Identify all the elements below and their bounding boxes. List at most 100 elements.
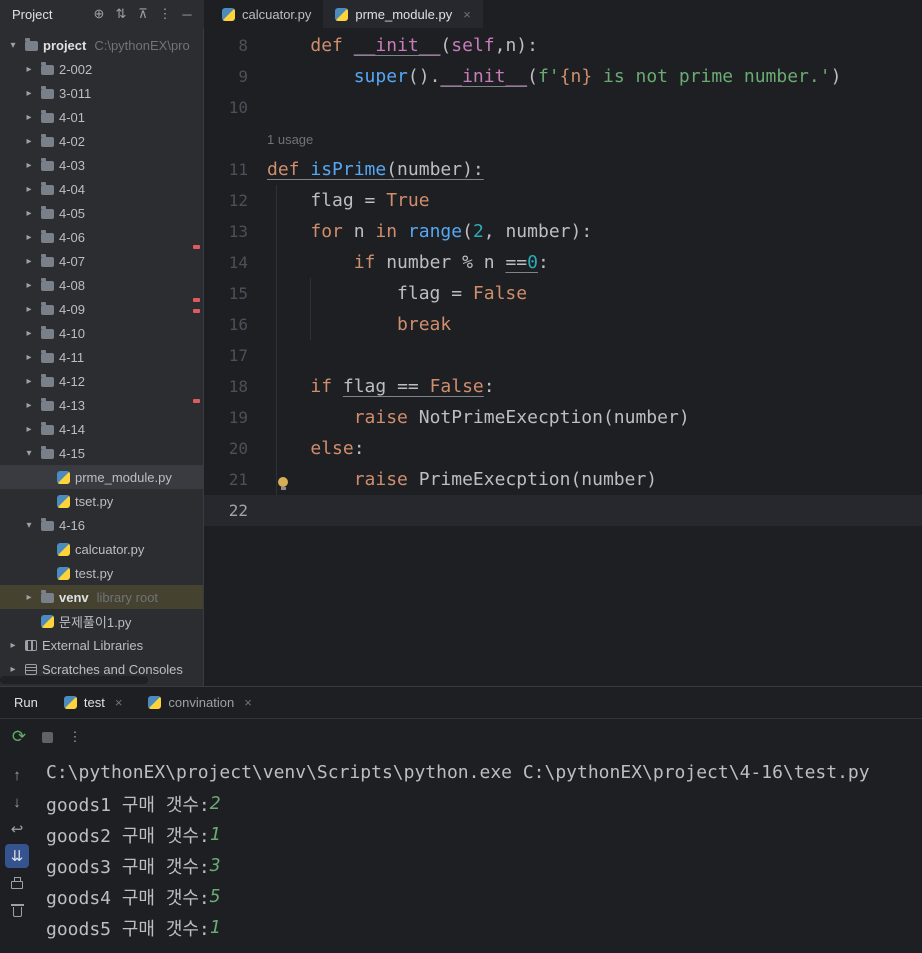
tree-item-4-11[interactable]: ▸ 4-11	[0, 345, 203, 369]
tree-item-4-02[interactable]: ▸ 4-02	[0, 129, 203, 153]
tree-item-external-libraries[interactable]: ▸ External Libraries	[0, 633, 203, 657]
code-text[interactable]: if flag == False:	[264, 376, 494, 397]
soft-wrap-icon[interactable]: ↩	[5, 817, 29, 841]
line-number[interactable]: 12	[204, 191, 264, 210]
scroll-to-end-icon[interactable]: ⇊	[5, 844, 29, 868]
line-number[interactable]: 21	[204, 470, 264, 489]
tree-item-4-04[interactable]: ▸ 4-04	[0, 177, 203, 201]
rerun-icon[interactable]: ⟳	[8, 726, 30, 748]
line-number[interactable]: 11	[204, 160, 264, 179]
chevron-right-icon[interactable]: ▸	[22, 112, 36, 123]
chevron-right-icon[interactable]: ▸	[22, 88, 36, 99]
code-text[interactable]: raise PrimeExecption(number)	[264, 469, 657, 490]
line-number[interactable]: 17	[204, 346, 264, 365]
line-number[interactable]: 8	[204, 36, 264, 55]
tree-item-3-011[interactable]: ▸ 3-011	[0, 81, 203, 105]
chevron-right-icon[interactable]: ▸	[22, 400, 36, 411]
chevron-right-icon[interactable]: ▸	[6, 664, 20, 675]
code-text[interactable]: else:	[264, 438, 364, 459]
tree-item-calcuator-py[interactable]: calcuator.py	[0, 537, 203, 561]
chevron-down-icon[interactable]: ▾	[22, 520, 36, 531]
sort-icon[interactable]: ⇅	[110, 3, 132, 25]
chevron-right-icon[interactable]: ▸	[22, 232, 36, 243]
run-tab-convination[interactable]: convination ×	[148, 695, 252, 710]
code-text[interactable]: super().__init__(f'{n} is not prime numb…	[264, 66, 842, 87]
line-number[interactable]: 14	[204, 253, 264, 272]
tree-item-project[interactable]: ▾ project C:\pythonEX\pro	[0, 33, 203, 57]
tree-item-2-002[interactable]: ▸ 2-002	[0, 57, 203, 81]
chevron-right-icon[interactable]: ▸	[22, 424, 36, 435]
console[interactable]: C:\pythonEX\project\venv\Scripts\python.…	[34, 755, 922, 953]
tree-item-4-01[interactable]: ▸ 4-01	[0, 105, 203, 129]
tree-item-tset-py[interactable]: tset.py	[0, 489, 203, 513]
more-options-icon[interactable]: ⋮	[154, 3, 176, 25]
tree-item-1-py[interactable]: 문제풀이1.py	[0, 609, 203, 633]
chevron-right-icon[interactable]: ▸	[22, 256, 36, 267]
chevron-down-icon[interactable]: ▾	[6, 40, 20, 51]
chevron-right-icon[interactable]: ▸	[22, 304, 36, 315]
chevron-right-icon[interactable]: ▸	[22, 280, 36, 291]
tree-item-4-08[interactable]: ▸ 4-08	[0, 273, 203, 297]
collapse-all-icon[interactable]: ⊼	[132, 3, 154, 25]
code-text[interactable]: 1 usage	[264, 128, 313, 149]
horizontal-scrollbar[interactable]	[0, 676, 148, 684]
run-tab-test[interactable]: test ×	[63, 695, 123, 710]
line-number[interactable]: 13	[204, 222, 264, 241]
close-icon[interactable]: ×	[463, 7, 471, 22]
code-text[interactable]: break	[264, 314, 451, 335]
line-number[interactable]: 16	[204, 315, 264, 334]
tree-item-4-09[interactable]: ▸ 4-09	[0, 297, 203, 321]
line-number[interactable]: 19	[204, 408, 264, 427]
code-text[interactable]: flag = True	[264, 190, 429, 211]
tree-item-4-14[interactable]: ▸ 4-14	[0, 417, 203, 441]
chevron-right-icon[interactable]: ▸	[22, 328, 36, 339]
tree-item-prme-module-py[interactable]: prme_module.py	[0, 465, 203, 489]
intention-bulb-icon[interactable]	[278, 477, 288, 490]
line-number[interactable]: 10	[204, 98, 264, 117]
tree-item-4-16[interactable]: ▾ 4-16	[0, 513, 203, 537]
code-text[interactable]: raise NotPrimeExecption(number)	[264, 407, 690, 428]
editor-tab-calcuator-py[interactable]: calcuator.py	[210, 0, 323, 28]
tree-item-4-13[interactable]: ▸ 4-13	[0, 393, 203, 417]
line-number[interactable]: 18	[204, 377, 264, 396]
more-options-icon[interactable]: ⋮	[64, 726, 86, 748]
code-text[interactable]: def __init__(self,n):	[264, 35, 538, 56]
code-text[interactable]: if number % n ==0:	[264, 252, 549, 273]
chevron-right-icon[interactable]: ▸	[22, 208, 36, 219]
up-icon[interactable]: ↑	[5, 763, 29, 787]
clear-icon[interactable]	[5, 898, 29, 922]
stop-icon[interactable]	[36, 726, 58, 748]
hide-panel-icon[interactable]: ─	[176, 3, 198, 25]
tree-item-4-15[interactable]: ▾ 4-15	[0, 441, 203, 465]
down-icon[interactable]: ↓	[5, 790, 29, 814]
editor-tab-prme-module-py[interactable]: prme_module.py ×	[323, 0, 483, 28]
close-icon[interactable]: ×	[244, 695, 252, 710]
chevron-right-icon[interactable]: ▸	[22, 184, 36, 195]
tree-item-4-06[interactable]: ▸ 4-06	[0, 225, 203, 249]
code-text[interactable]: def isPrime(number):	[264, 159, 484, 180]
chevron-right-icon[interactable]: ▸	[22, 64, 36, 75]
code-text[interactable]: flag = False	[264, 283, 527, 304]
tree-item-4-12[interactable]: ▸ 4-12	[0, 369, 203, 393]
chevron-right-icon[interactable]: ▸	[22, 136, 36, 147]
chevron-right-icon[interactable]: ▸	[22, 376, 36, 387]
line-number[interactable]: 9	[204, 67, 264, 86]
tree-item-test-py[interactable]: test.py	[0, 561, 203, 585]
chevron-right-icon[interactable]: ▸	[22, 592, 36, 603]
chevron-down-icon[interactable]: ▾	[22, 448, 36, 459]
usage-hint[interactable]: 1 usage	[267, 132, 313, 147]
tree-item-4-10[interactable]: ▸ 4-10	[0, 321, 203, 345]
code-text[interactable]: for n in range(2, number):	[264, 221, 592, 242]
tree-item-4-03[interactable]: ▸ 4-03	[0, 153, 203, 177]
select-opened-file-icon[interactable]: ⊕	[88, 3, 110, 25]
print-icon[interactable]	[5, 871, 29, 895]
tree-item-4-05[interactable]: ▸ 4-05	[0, 201, 203, 225]
line-number[interactable]: 22	[204, 501, 264, 520]
close-icon[interactable]: ×	[115, 695, 123, 710]
tree-item-4-07[interactable]: ▸ 4-07	[0, 249, 203, 273]
chevron-right-icon[interactable]: ▸	[22, 160, 36, 171]
line-number[interactable]: 15	[204, 284, 264, 303]
tree-item-venv[interactable]: ▸ venv library root	[0, 585, 203, 609]
line-number[interactable]: 20	[204, 439, 264, 458]
chevron-right-icon[interactable]: ▸	[6, 640, 20, 651]
